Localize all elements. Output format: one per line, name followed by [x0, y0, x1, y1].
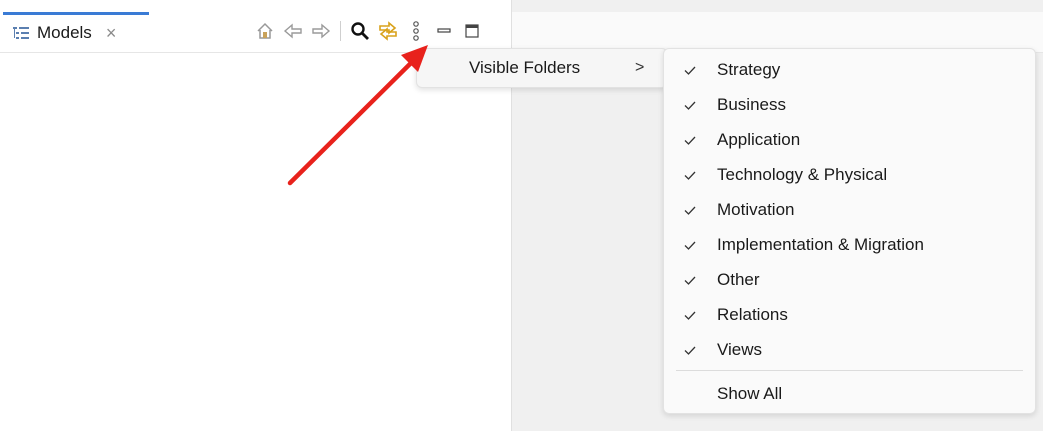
submenu-item-business[interactable]: Business	[664, 87, 1035, 122]
toolbar-separator	[340, 21, 341, 41]
submenu-item-application[interactable]: Application	[664, 122, 1035, 157]
checkmark-icon	[684, 136, 696, 145]
checkmark-icon	[684, 101, 696, 110]
menu-item-label: Visible Folders	[469, 58, 581, 77]
submenu-item-label: Strategy	[717, 59, 781, 79]
link-icon[interactable]	[377, 20, 399, 42]
submenu-item-strategy[interactable]: Strategy	[664, 52, 1035, 87]
checkmark-icon	[684, 311, 696, 320]
search-icon[interactable]	[349, 20, 371, 42]
submenu-item-label: Views	[717, 339, 763, 359]
submenu-item-label: Motivation	[717, 199, 795, 219]
submenu-item-label: Technology & Physical	[717, 164, 888, 184]
tab-title: Models	[37, 23, 92, 42]
submenu-item-views[interactable]: Views	[664, 332, 1035, 367]
submenu-item-technology-physical[interactable]: Technology & Physical	[664, 157, 1035, 192]
submenu-item-motivation[interactable]: Motivation	[664, 192, 1035, 227]
submenu-item-other[interactable]: Other	[664, 262, 1035, 297]
visible-folders-submenu: Strategy Business Application Technology…	[663, 48, 1036, 414]
home-icon[interactable]	[254, 20, 276, 42]
back-icon[interactable]	[282, 20, 304, 42]
checkmark-icon	[684, 66, 696, 75]
checkmark-icon	[684, 276, 696, 285]
close-icon[interactable]: ×	[106, 23, 117, 44]
submenu-item-label: Relations	[717, 304, 788, 324]
editor-tab-strip	[512, 12, 1043, 53]
submenu-item-label: Show All	[717, 383, 783, 403]
submenu-item-label: Application	[717, 129, 801, 149]
submenu-item-relations[interactable]: Relations	[664, 297, 1035, 332]
menu-item-visible-folders[interactable]: Visible Folders >	[417, 49, 667, 87]
submenu-item-show-all[interactable]: Show All	[664, 376, 1035, 411]
minimize-icon[interactable]	[433, 20, 455, 42]
view-menu: Visible Folders >	[416, 48, 668, 88]
view-toolbar	[254, 16, 483, 46]
submenu-item-implementation-migration[interactable]: Implementation & Migration	[664, 227, 1035, 262]
submenu-item-label: Other	[717, 269, 760, 289]
submenu-item-label: Implementation & Migration	[717, 234, 924, 254]
checkmark-icon	[684, 171, 696, 180]
checkmark-icon	[684, 241, 696, 250]
forward-icon[interactable]	[310, 20, 332, 42]
submenu-item-label: Business	[717, 94, 786, 114]
more-icon[interactable]	[405, 20, 427, 42]
tab-models[interactable]: Models ×	[3, 12, 149, 51]
submenu-arrow-icon: >	[635, 59, 645, 76]
checkmark-icon	[684, 206, 696, 215]
maximize-icon[interactable]	[461, 20, 483, 42]
menu-separator	[676, 370, 1023, 371]
checkmark-icon	[684, 346, 696, 355]
tree-icon	[13, 27, 29, 39]
